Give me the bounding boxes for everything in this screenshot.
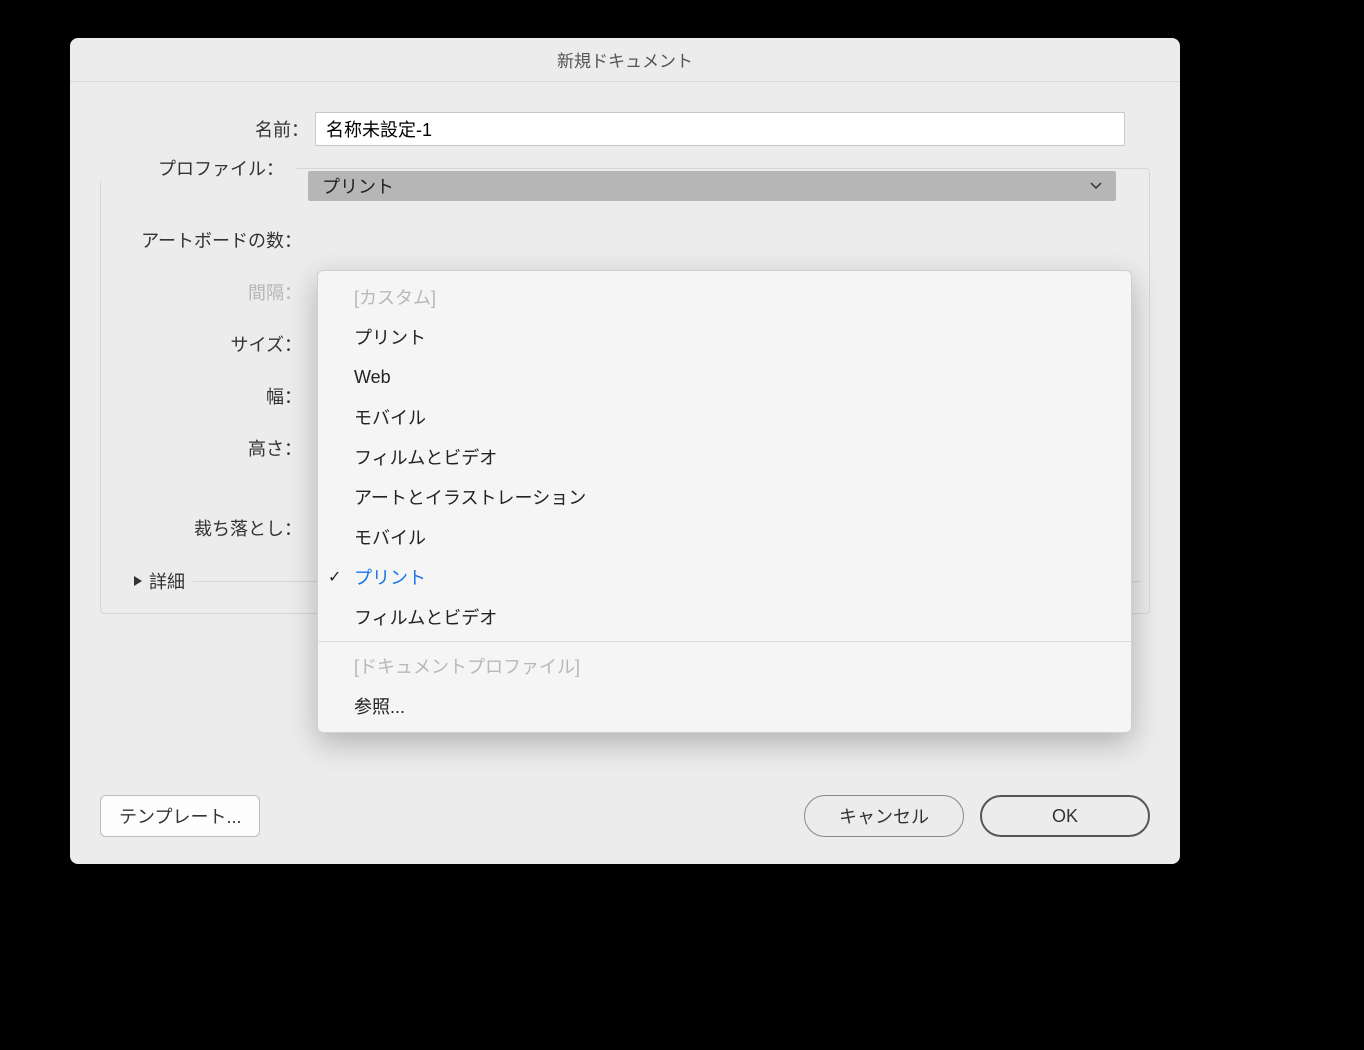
chevron-down-icon	[1090, 182, 1102, 190]
dialog-titlebar: 新規ドキュメント	[70, 38, 1180, 82]
dialog-content: 名前： プロファイル： プリント アートボードの数：	[70, 82, 1180, 784]
triangle-right-icon	[133, 575, 143, 587]
dropdown-item-label: [ドキュメントプロファイル]	[354, 653, 580, 679]
name-input[interactable]	[315, 112, 1125, 146]
cancel-button-label: キャンセル	[839, 803, 929, 829]
profile-selected-value: プリント	[322, 173, 394, 199]
dropdown-item-label: フィルムとビデオ	[354, 444, 497, 470]
profile-dropdown[interactable]: プリント	[308, 171, 1116, 201]
dropdown-item[interactable]: フィルムとビデオ	[318, 597, 1131, 637]
ok-button-label: OK	[1052, 806, 1078, 827]
dropdown-item[interactable]: モバイル	[318, 517, 1131, 557]
size-label: サイズ：	[109, 331, 308, 357]
dropdown-item-label: Web	[354, 367, 391, 388]
dropdown-item-label: [カスタム]	[354, 284, 436, 310]
dropdown-item-label: プリント	[354, 564, 426, 590]
dialog-title: 新規ドキュメント	[557, 47, 693, 72]
ok-button[interactable]: OK	[980, 795, 1150, 837]
dropdown-separator	[318, 641, 1131, 642]
profile-dropdown-menu: [カスタム]プリントWebモバイルフィルムとビデオアートとイラストレーションモバ…	[317, 270, 1132, 733]
profile-label: プロファイル：	[91, 155, 290, 181]
footer-button-group: キャンセル OK	[804, 795, 1150, 837]
details-toggle[interactable]: 詳細	[125, 568, 193, 594]
artboards-label: アートボードの数：	[109, 227, 308, 253]
spacing-label: 間隔：	[109, 279, 308, 305]
template-button[interactable]: テンプレート...	[100, 795, 260, 837]
dropdown-item-label: モバイル	[354, 404, 426, 430]
dropdown-item[interactable]: アートとイラストレーション	[318, 477, 1131, 517]
dropdown-item: [カスタム]	[318, 277, 1131, 317]
dropdown-item[interactable]: 参照...	[318, 686, 1131, 726]
dropdown-item-label: 参照...	[354, 693, 405, 719]
name-row: 名前：	[100, 112, 1150, 146]
height-label: 高さ：	[109, 435, 308, 461]
dropdown-item[interactable]: ✓ プリント	[318, 557, 1131, 597]
artboards-row: アートボードの数：	[109, 227, 1141, 253]
template-button-label: テンプレート...	[119, 803, 241, 829]
new-document-dialog: 新規ドキュメント 名前： プロファイル： プリント	[70, 38, 1180, 864]
dropdown-item-label: プリント	[354, 324, 426, 350]
width-label: 幅：	[109, 383, 308, 409]
dropdown-item[interactable]: Web	[318, 357, 1131, 397]
check-icon: ✓	[328, 567, 341, 587]
dropdown-item-label: モバイル	[354, 524, 426, 550]
profile-label-wrap: プロファイル：	[85, 155, 296, 181]
dropdown-item-label: フィルムとビデオ	[354, 604, 497, 630]
cancel-button[interactable]: キャンセル	[804, 795, 964, 837]
dropdown-item: [ドキュメントプロファイル]	[318, 646, 1131, 686]
bleed-label: 裁ち落とし：	[109, 515, 308, 541]
name-label: 名前：	[100, 116, 315, 142]
details-label: 詳細	[149, 568, 185, 594]
dropdown-item[interactable]: プリント	[318, 317, 1131, 357]
dialog-footer: テンプレート... キャンセル OK	[70, 784, 1180, 864]
dropdown-item-label: アートとイラストレーション	[354, 484, 586, 510]
dropdown-item[interactable]: モバイル	[318, 397, 1131, 437]
dropdown-item[interactable]: フィルムとビデオ	[318, 437, 1131, 477]
